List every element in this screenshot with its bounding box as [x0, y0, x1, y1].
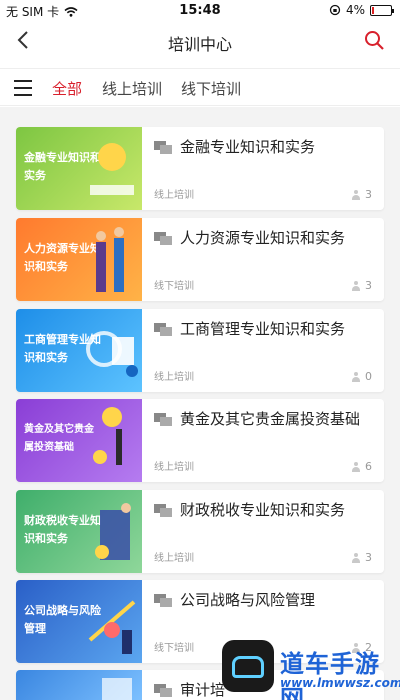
learner-count: 6 [351, 460, 372, 473]
course-card[interactable]: 黄金及其它贵金属投资基础 黄金及其它贵金属投资基础 线上培训 6 [16, 399, 384, 482]
course-thumbnail: 公司战略与风险管理 [16, 580, 142, 663]
person-icon [351, 189, 361, 200]
status-bar: 无 SIM 卡 15:48 4% [0, 0, 400, 22]
person-icon [351, 461, 361, 472]
tab-online[interactable]: 线上培训 [102, 78, 162, 99]
course-card[interactable]: 工商管理专业知识和实务 工商管理专业知识和实务 线上培训 0 [16, 309, 384, 392]
course-card[interactable]: 金融专业知识和实务 金融专业知识和实务 线上培训 3 [16, 127, 384, 210]
person-icon [351, 371, 361, 382]
course-type: 线上培训 [154, 372, 194, 383]
learner-count: 3 [351, 279, 372, 292]
course-chat-icon [154, 323, 172, 336]
page-title: 培训中心 [167, 35, 232, 54]
nav-bar: 培训中心 [0, 22, 400, 60]
course-chat-icon [154, 141, 172, 154]
course-type: 线下培训 [154, 643, 194, 654]
course-chat-icon [154, 413, 172, 426]
course-title: 工商管理专业知识和实务 [180, 320, 346, 338]
watermark-logo-icon [222, 640, 274, 692]
learner-count: 0 [351, 370, 372, 383]
search-icon[interactable] [362, 28, 386, 52]
course-chat-icon [154, 684, 172, 697]
course-thumbnail: 黄金及其它贵金属投资基础 [16, 399, 142, 482]
site-watermark: 道车手游网 www.lmwwsz.com [222, 640, 400, 700]
course-card[interactable]: 人力资源专业知识和实务 人力资源专业知识和实务 线下培训 3 [16, 218, 384, 301]
orientation-lock-icon [329, 4, 341, 16]
course-chat-icon [154, 232, 172, 245]
course-thumbnail: 工商管理专业知识和实务 [16, 309, 142, 392]
course-thumbnail: 金融专业知识和实务 [16, 127, 142, 210]
learner-count: 3 [351, 188, 372, 201]
menu-icon[interactable] [14, 80, 32, 96]
course-thumbnail [16, 670, 142, 700]
course-title: 金融专业知识和实务 [180, 138, 316, 156]
course-chat-icon [154, 594, 172, 607]
tab-offline[interactable]: 线下培训 [181, 78, 241, 99]
battery-percent: 4% [345, 3, 365, 17]
course-thumbnail: 财政税收专业知识和实务 [16, 490, 142, 573]
course-type: 线下培训 [154, 281, 194, 292]
course-type: 线上培训 [154, 190, 194, 201]
course-type: 线上培训 [154, 462, 194, 473]
course-chat-icon [154, 504, 172, 517]
course-type: 线上培训 [154, 553, 194, 564]
course-title: 公司战略与风险管理 [180, 591, 316, 609]
tab-all[interactable]: 全部 [52, 78, 82, 99]
course-title: 财政税收专业知识和实务 [180, 501, 346, 519]
course-card[interactable]: 财政税收专业知识和实务 财政税收专业知识和实务 线上培训 3 [16, 490, 384, 573]
course-thumbnail: 人力资源专业知识和实务 [16, 218, 142, 301]
course-title: 人力资源专业知识和实务 [180, 229, 346, 247]
category-tabs: 全部 线上培训 线下培训 [0, 68, 400, 106]
course-title: 黄金及其它贵金属投资基础 [180, 410, 361, 428]
battery-icon [370, 4, 394, 16]
person-icon [351, 552, 361, 563]
person-icon [351, 280, 361, 291]
learner-count: 3 [351, 551, 372, 564]
